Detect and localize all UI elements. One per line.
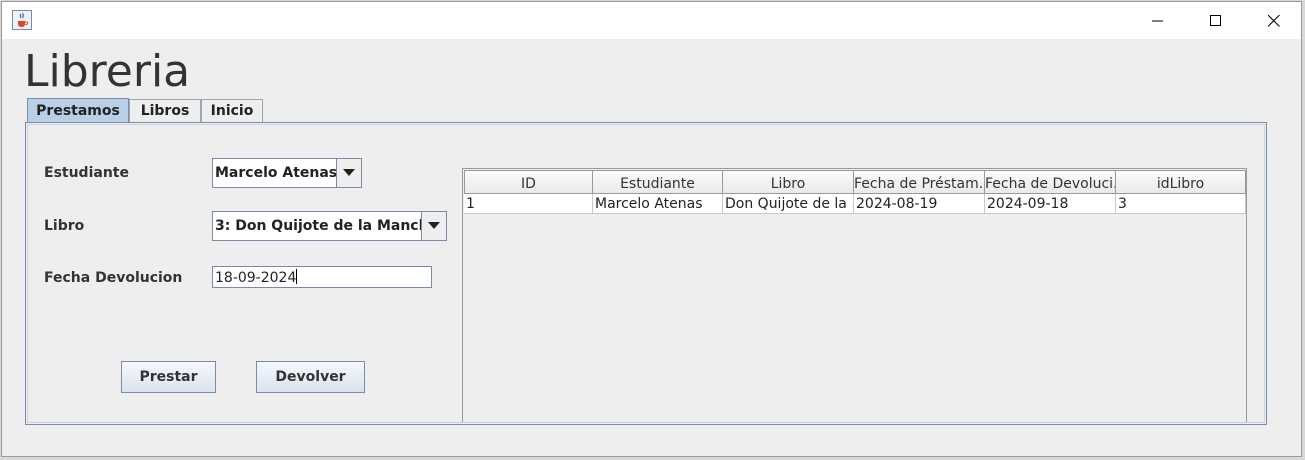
text-caret — [296, 269, 298, 284]
libro-select[interactable]: 3: Don Quijote de la Mancha — [212, 211, 447, 241]
fecha-devolucion-value: 18-09-2024 — [215, 270, 297, 286]
fecha-devolucion-label: Fecha Devolucion — [44, 270, 183, 286]
column-header-fecha-devolucion[interactable]: Fecha de Devoluci... — [985, 170, 1116, 194]
tab-inicio[interactable]: Inicio — [201, 99, 263, 122]
devolver-button[interactable]: Devolver — [256, 361, 365, 393]
libro-select-value: 3: Don Quijote de la Mancha — [215, 218, 439, 234]
title-bar — [2, 2, 1301, 39]
estudiante-dropdown-button[interactable] — [336, 159, 361, 187]
libro-dropdown-button[interactable] — [421, 212, 446, 240]
page-title: Libreria — [24, 46, 191, 97]
close-icon — [1268, 15, 1280, 27]
tab-libros[interactable]: Libros — [129, 99, 201, 122]
table-cell: 3 — [1116, 194, 1246, 214]
column-header-estudiante[interactable]: Estudiante — [593, 170, 723, 194]
tab-prestamos[interactable]: Prestamos — [27, 98, 129, 123]
column-header-id[interactable]: ID — [464, 170, 593, 194]
close-button[interactable] — [1245, 2, 1303, 39]
chevron-down-icon — [428, 222, 440, 229]
prestamos-table[interactable]: ID Estudiante Libro Fecha de Préstam... … — [462, 168, 1247, 422]
estudiante-label: Estudiante — [44, 165, 129, 181]
java-cup-icon — [12, 10, 32, 30]
table-cell: Don Quijote de la ... — [723, 194, 854, 214]
table-row[interactable]: 1 Marcelo Atenas Don Quijote de la ... 2… — [464, 194, 1246, 214]
column-header-libro[interactable]: Libro — [723, 170, 854, 194]
maximize-icon — [1210, 15, 1221, 26]
table-cell: 2024-08-19 — [854, 194, 985, 214]
minimize-button[interactable] — [1129, 2, 1187, 39]
maximize-button[interactable] — [1187, 2, 1245, 39]
column-header-idlibro[interactable]: idLibro — [1116, 170, 1246, 194]
libro-label: Libro — [44, 218, 85, 234]
estudiante-select[interactable]: Marcelo Atenas — [212, 158, 362, 188]
prestar-button[interactable]: Prestar — [121, 361, 216, 393]
minimize-icon — [1152, 20, 1163, 22]
table-cell: Marcelo Atenas — [593, 194, 723, 214]
table-cell: 1 — [464, 194, 593, 214]
column-header-fecha-prestamo[interactable]: Fecha de Préstam... — [854, 170, 985, 194]
fecha-devolucion-input[interactable]: 18-09-2024 — [212, 266, 432, 288]
chevron-down-icon — [343, 169, 355, 176]
estudiante-select-value: Marcelo Atenas — [215, 165, 338, 181]
table-cell: 2024-09-18 — [985, 194, 1116, 214]
